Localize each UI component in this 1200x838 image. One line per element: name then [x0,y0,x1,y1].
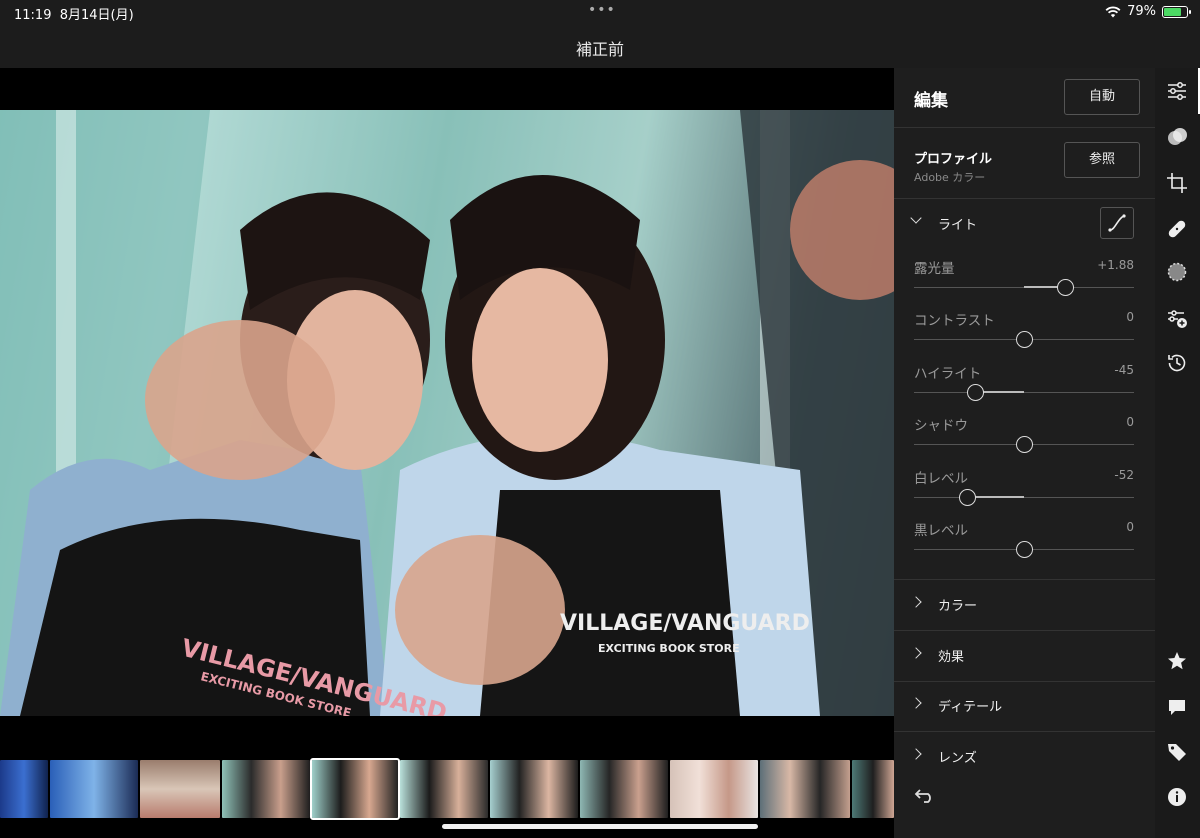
filmstrip-thumb[interactable] [670,760,758,818]
chevron-down-icon [910,212,922,224]
profile-label: プロファイル [914,152,993,167]
apron-right-brand: VILLAGE/VANGUARD [560,611,810,636]
filmstrip-thumb[interactable] [0,760,48,818]
profile-section: プロファイル Adobe カラー 参照 [894,128,1155,199]
presets-icon[interactable] [1166,307,1188,329]
photo-illustration: VILLAGE/VANGUARD EXCITING BOOK STORE VIL… [0,110,894,716]
home-indicator[interactable] [442,824,758,829]
slider-label: コントラスト [914,313,995,330]
slider[interactable]: 黒レベル 0 [914,519,1134,569]
slider-label: 露光量 [914,261,955,277]
slider-thumb[interactable] [958,488,976,506]
chevron-right-icon [910,747,922,760]
light-label: ライト [938,218,978,233]
slider-thumb[interactable] [1016,331,1033,349]
slider-thumb[interactable] [1016,541,1033,558]
slider[interactable]: コントラスト 0 [914,309,1134,359]
status-indicators: 79% [1105,4,1191,19]
photo[interactable]: VILLAGE/VANGUARD EXCITING BOOK STORE VIL… [0,110,894,716]
status-time: 11:19 8月14日(月) [14,8,134,23]
tone-curve-icon [1108,214,1126,232]
tool-rail [1155,68,1200,838]
info-icon[interactable] [1166,786,1188,808]
filmstrip-thumb[interactable] [580,760,668,818]
masking-icon[interactable] [1166,126,1188,148]
collapsed-section[interactable]: レンズ [894,732,1155,783]
section-label: 効果 [938,649,965,665]
view-title: 補正前 [575,40,624,59]
slider-thumb[interactable] [1057,279,1075,296]
section-header[interactable]: レンズ [894,732,1155,782]
filmstrip-thumb[interactable] [852,760,894,818]
tag-icon[interactable] [1166,741,1188,763]
filmstrip[interactable] [0,758,894,820]
section-header[interactable]: 効果 [894,631,1155,681]
slider-value[interactable]: 0 [1126,310,1134,324]
chevron-right-icon [910,596,922,608]
slider[interactable]: ハイライト -45 [914,362,1134,412]
edit-header: 編集 自動 [894,68,1155,128]
tone-curve-button[interactable] [1100,207,1134,239]
slider-track[interactable] [914,496,1134,498]
slider[interactable]: シャドウ 0 [914,414,1134,464]
filmstrip-thumb[interactable] [760,760,850,818]
status-bar: 11:19 8月14日(月) ••• 79% [0,0,1200,24]
star-icon[interactable] [1166,650,1188,672]
slider-value[interactable]: -45 [1114,363,1134,377]
wifi-icon [1105,6,1121,17]
filmstrip-thumb[interactable] [140,760,220,818]
edit-panel: 編集 自動 プロファイル Adobe カラー 参照 ライト 露光量 +1.88 コン… [894,68,1155,838]
section-label: ディテール [938,700,1003,715]
comment-icon[interactable] [1166,696,1188,718]
edit-sliders-icon[interactable] [1166,80,1188,102]
crop-icon[interactable] [1166,172,1188,194]
selective-icon[interactable] [1166,261,1188,283]
undo-icon[interactable] [914,786,936,804]
auto-button[interactable]: 自動 [1064,79,1140,115]
section-header[interactable]: ディテール [894,681,1155,731]
battery-icon [1162,5,1191,18]
slider-label: 黒レベル [914,523,968,539]
slider-thumb[interactable] [1016,436,1033,454]
slider[interactable]: 露光量 +1.88 [914,257,1134,307]
filmstrip-thumb[interactable] [400,760,488,818]
collapsed-section[interactable]: ディテール [894,681,1155,732]
collapsed-section[interactable]: カラー [894,580,1155,631]
slider-label: ハイライト [914,365,982,382]
slider-value[interactable]: 0 [1126,520,1134,534]
profile-value: Adobe カラー [914,171,986,184]
history-icon[interactable] [1166,352,1188,374]
filmstrip-thumb-selected[interactable] [310,758,400,820]
slider-label: シャドウ [914,418,968,435]
photo-canvas[interactable]: VILLAGE/VANGUARD EXCITING BOOK STORE VIL… [0,68,894,758]
slider-thumb[interactable] [966,383,984,401]
slider[interactable]: 白レベル -52 [914,467,1134,517]
browse-profile-button[interactable]: 参照 [1064,142,1140,178]
chevron-right-icon [910,697,922,709]
slider-value[interactable]: -52 [1114,468,1134,482]
light-section-header[interactable]: ライト [894,199,1155,249]
multitasking-dots[interactable]: ••• [588,2,616,18]
light-section: ライト 露光量 +1.88 コントラスト 0 ハイライト -45 シャドウ 0 白レベル -52 黒… [894,199,1155,580]
chevron-right-icon [910,646,922,659]
apron-right-sub: EXCITING BOOK STORE [598,642,740,655]
filmstrip-thumb[interactable] [222,760,310,818]
section-header[interactable]: カラー [894,580,1155,630]
healing-icon[interactable] [1166,218,1188,240]
slider-value[interactable]: +1.88 [1097,258,1134,272]
slider-value[interactable]: 0 [1126,415,1134,429]
filmstrip-thumb[interactable] [490,760,578,818]
battery-percent: 79% [1127,4,1156,19]
edit-title: 編集 [914,91,948,111]
slider-label: 白レベル [914,470,968,487]
section-label: レンズ [938,750,977,766]
filmstrip-thumb[interactable] [50,760,138,818]
slider-track[interactable] [914,391,1134,393]
title-bar: 補正前 [0,24,1200,68]
collapsed-section[interactable]: 効果 [894,631,1155,682]
section-label: カラー [938,599,978,614]
